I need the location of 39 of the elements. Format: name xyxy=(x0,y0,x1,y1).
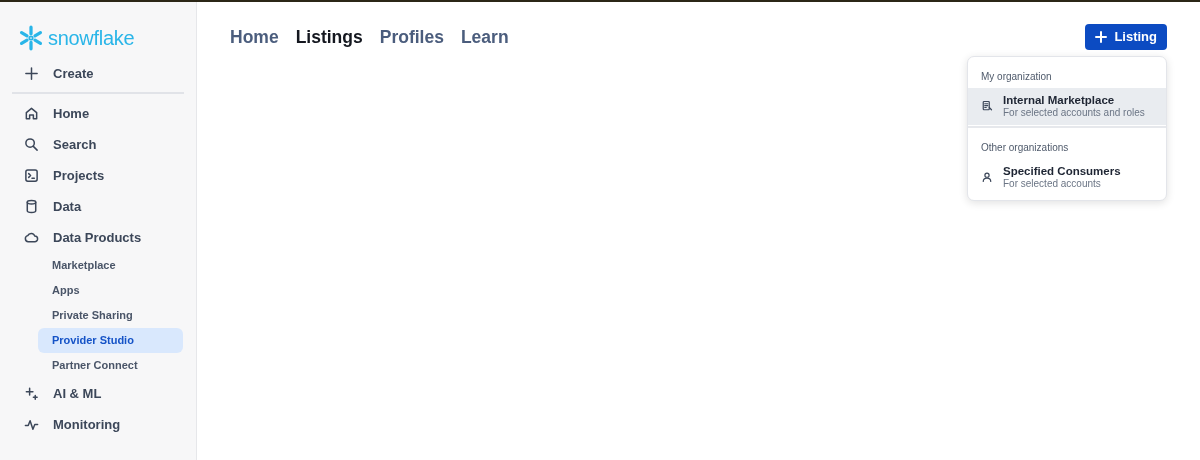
menu-section-heading: Other organizations xyxy=(980,140,1070,155)
home-icon xyxy=(24,106,39,121)
terminal-icon xyxy=(24,168,39,183)
menu-section-heading: My organization xyxy=(980,69,1053,84)
sidebar-item[interactable]: Monitoring xyxy=(0,409,196,440)
menu-item[interactable]: Internal Marketplace For selected accounts and roles xyxy=(968,87,1166,125)
sidebar-subitem[interactable]: Partner Connect xyxy=(38,353,183,378)
sidebar-item[interactable]: Projects xyxy=(0,160,196,191)
tab[interactable]: Profiles xyxy=(379,24,444,51)
sidebar-subitem[interactable]: Private Sharing xyxy=(38,303,183,328)
menu-item[interactable]: Specified Consumers For selected accounts xyxy=(968,158,1166,197)
plus-icon xyxy=(1095,30,1108,43)
sidebar-item[interactable]: Search xyxy=(0,129,196,160)
sidebar-item[interactable]: Data Products xyxy=(0,222,196,253)
plus-icon xyxy=(24,66,39,81)
sparkle-icon xyxy=(24,386,39,401)
sidebar-subitem[interactable]: Provider Studio xyxy=(38,328,183,353)
sidebar-item[interactable]: AI & ML xyxy=(0,378,196,409)
document-icon xyxy=(981,99,993,112)
pulse-icon xyxy=(24,417,39,432)
tab[interactable]: Listings xyxy=(295,24,363,51)
menu-item-title: Specified Consumers xyxy=(1003,163,1121,179)
snowflake-logo-icon xyxy=(18,25,44,51)
sidebar-item[interactable]: Home xyxy=(0,98,196,129)
search-icon xyxy=(24,137,39,152)
sidebar-item[interactable]: Data xyxy=(0,191,196,222)
logo-text: snowflake xyxy=(48,26,135,51)
database-icon xyxy=(24,199,39,214)
cloud-icon xyxy=(24,230,39,245)
person-icon xyxy=(981,171,993,184)
sidebar-item[interactable]: Create xyxy=(0,58,196,89)
sidebar-subitem[interactable]: Marketplace xyxy=(38,253,183,278)
add-listing-button[interactable]: Listing xyxy=(1085,24,1167,50)
sidebar-subitem[interactable]: Apps xyxy=(38,278,183,303)
menu-item-subtitle: For selected accounts and roles xyxy=(1003,106,1145,119)
tab[interactable]: Home xyxy=(230,24,279,51)
tab[interactable]: Learn xyxy=(460,24,509,51)
menu-item-title: Internal Marketplace xyxy=(1003,92,1116,107)
menu-item-subtitle: For selected accounts xyxy=(1003,178,1102,191)
